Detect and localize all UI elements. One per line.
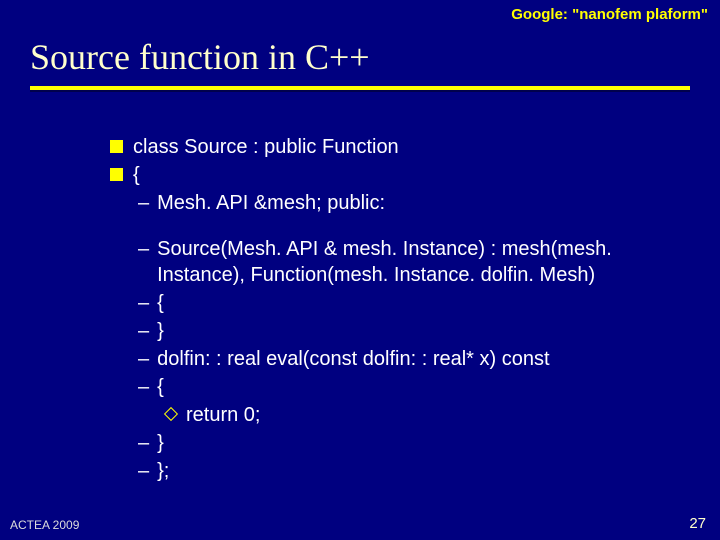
square-bullet-icon — [110, 168, 123, 181]
line-text: return 0; — [186, 402, 260, 428]
dash-bullet-icon: – — [138, 290, 149, 316]
bullet-level3: return 0; — [166, 402, 680, 428]
bullet-level2: – } — [138, 430, 680, 456]
dash-bullet-icon: – — [138, 318, 149, 344]
page-number: 27 — [689, 515, 706, 532]
bullet-level2: – } — [138, 318, 680, 344]
title-block: Source function in C++ — [30, 36, 690, 92]
line-text: } — [157, 430, 164, 456]
title-rule-shadow — [30, 90, 690, 92]
line-text: { — [133, 162, 140, 188]
line-text: Source(Mesh. API & mesh. Instance) : mes… — [157, 236, 680, 288]
bullet-level2: – dolfin: : real eval(const dolfin: : re… — [138, 346, 680, 372]
dash-bullet-icon: – — [138, 190, 149, 216]
slide-title: Source function in C++ — [30, 36, 690, 84]
line-text: class Source : public Function — [133, 134, 399, 160]
bullet-level2: – { — [138, 290, 680, 316]
line-text: dolfin: : real eval(const dolfin: : real… — [157, 346, 549, 372]
dash-bullet-icon: – — [138, 430, 149, 456]
dash-bullet-icon: – — [138, 458, 149, 484]
line-text: { — [157, 290, 164, 316]
bullet-level2: – }; — [138, 458, 680, 484]
bullet-level1: { — [110, 162, 680, 188]
dash-bullet-icon: – — [138, 346, 149, 372]
line-text: Mesh. API &mesh; public: — [157, 190, 385, 216]
bullet-level2: – Source(Mesh. API & mesh. Instance) : m… — [138, 236, 680, 288]
diamond-bullet-icon — [164, 407, 178, 421]
dash-bullet-icon: – — [138, 374, 149, 400]
content-body: class Source : public Function { – Mesh.… — [110, 134, 680, 486]
dash-bullet-icon: – — [138, 236, 149, 262]
bullet-level1: class Source : public Function — [110, 134, 680, 160]
header-google-label: Google: "nanofem plaform" — [511, 6, 708, 23]
bullet-level2: – Mesh. API &mesh; public: — [138, 190, 680, 216]
spacer — [110, 218, 680, 236]
line-text: } — [157, 318, 164, 344]
line-text: }; — [157, 458, 169, 484]
footer-left-label: ACTEA 2009 — [10, 518, 79, 532]
square-bullet-icon — [110, 140, 123, 153]
bullet-level2: – { — [138, 374, 680, 400]
line-text: { — [157, 374, 164, 400]
